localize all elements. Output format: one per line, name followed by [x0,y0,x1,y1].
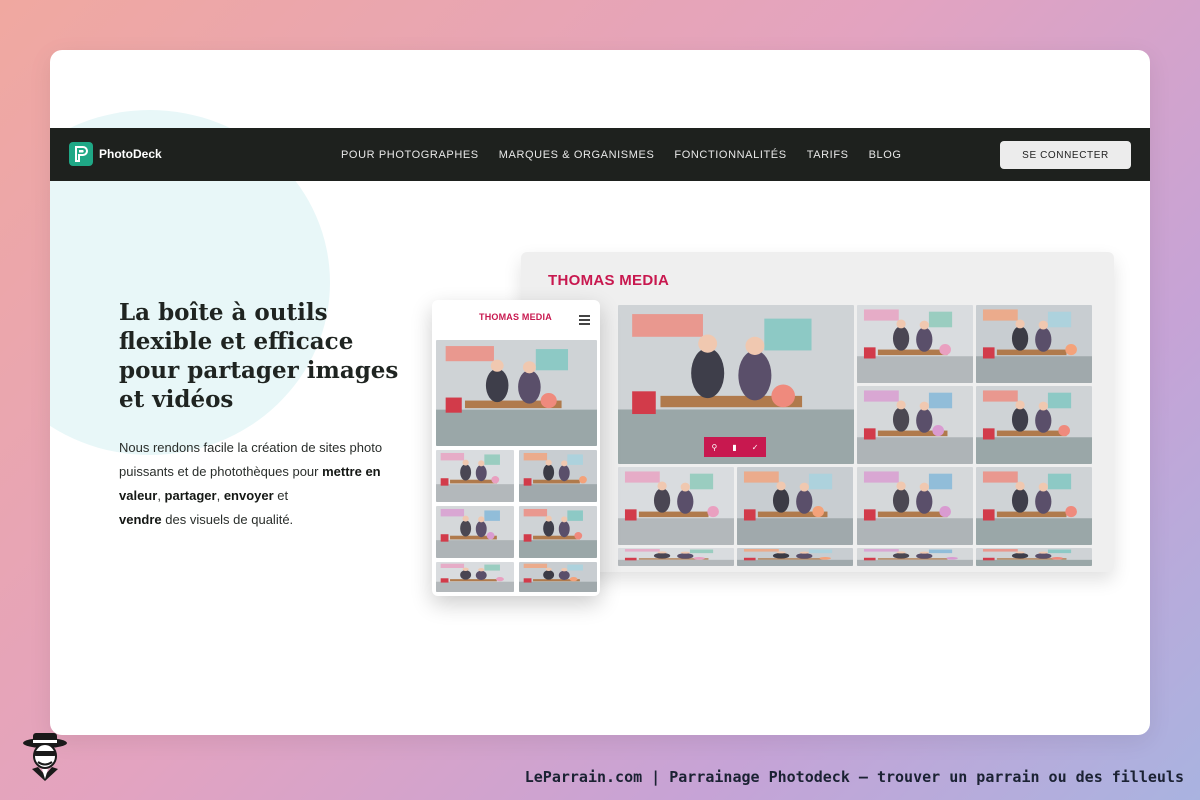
gallery-brand-title: THOMAS MEDIA [548,272,670,289]
mobile-photo[interactable] [436,450,514,502]
top-navbar: PhotoDeck POUR PHOTOGRAPHES MARQUES & OR… [50,128,1150,181]
gallery-photo[interactable] [857,386,973,464]
menu-icon[interactable] [579,315,590,325]
gallery-photo[interactable] [976,467,1092,545]
logo-text: PhotoDeck [99,147,162,161]
photodeck-logo-icon [69,142,93,166]
mobile-brand-title: THOMAS MEDIA [479,312,552,322]
gallery-photo[interactable] [976,548,1092,566]
desktop-gallery-mockup: THOMAS MEDIA ⚲ ▮ ✓ [521,252,1114,572]
mobile-photo[interactable] [519,506,597,558]
desc-text: et [273,488,289,503]
nav-links: POUR PHOTOGRAPHES MARQUES & ORGANISMES F… [341,128,902,181]
gallery-photo[interactable] [737,467,853,545]
check-icon[interactable]: ✓ [752,443,759,452]
search-icon[interactable]: ⚲ [712,443,718,452]
desc-text: , [157,488,165,503]
desc-bold: vendre [119,512,162,527]
gallery-photo[interactable] [737,548,853,566]
page-card: PhotoDeck POUR PHOTOGRAPHES MARQUES & OR… [50,50,1150,735]
desc-bold: partager [164,488,217,503]
mobile-gallery-mockup: THOMAS MEDIA [432,300,600,596]
logo[interactable]: PhotoDeck [69,142,162,166]
gallery-photo[interactable] [618,548,734,566]
gallery-photo[interactable] [976,386,1092,464]
mobile-photo[interactable] [519,450,597,502]
desc-bold: envoyer [223,488,274,503]
nav-link-marques[interactable]: MARQUES & ORGANISMES [499,149,655,161]
nav-link-photographes[interactable]: POUR PHOTOGRAPHES [341,149,479,161]
gallery-photo-featured[interactable]: ⚲ ▮ ✓ [618,305,854,464]
login-button[interactable]: SE CONNECTER [1000,141,1131,169]
nav-link-blog[interactable]: BLOG [869,149,902,161]
gallery-photo[interactable] [857,467,973,545]
gallery-photo[interactable] [857,548,973,566]
desc-text: des visuels de qualité. [161,512,294,527]
photo-action-bar: ⚲ ▮ ✓ [704,437,766,457]
gallery-photo[interactable] [618,467,734,545]
desc-text: , [216,488,224,503]
gallery-photo[interactable] [976,305,1092,383]
nav-link-tarifs[interactable]: TARIFS [807,149,849,161]
hero-title: La boîte à outils flexible et efficace p… [119,299,399,413]
mobile-photo[interactable] [519,562,597,592]
mascot-logo-icon [18,729,72,783]
nav-link-fonctionnalites[interactable]: FONCTIONNALITÉS [674,149,786,161]
mobile-photo[interactable] [436,562,514,592]
mobile-photo-featured[interactable] [436,340,597,446]
footer-caption: LeParrain.com | Parrainage Photodeck — t… [524,768,1184,786]
hero-description: Nous rendons facile la création de sites… [119,436,404,532]
cart-icon[interactable]: ▮ [732,443,736,452]
gallery-photo[interactable] [857,305,973,383]
mobile-photo[interactable] [436,506,514,558]
